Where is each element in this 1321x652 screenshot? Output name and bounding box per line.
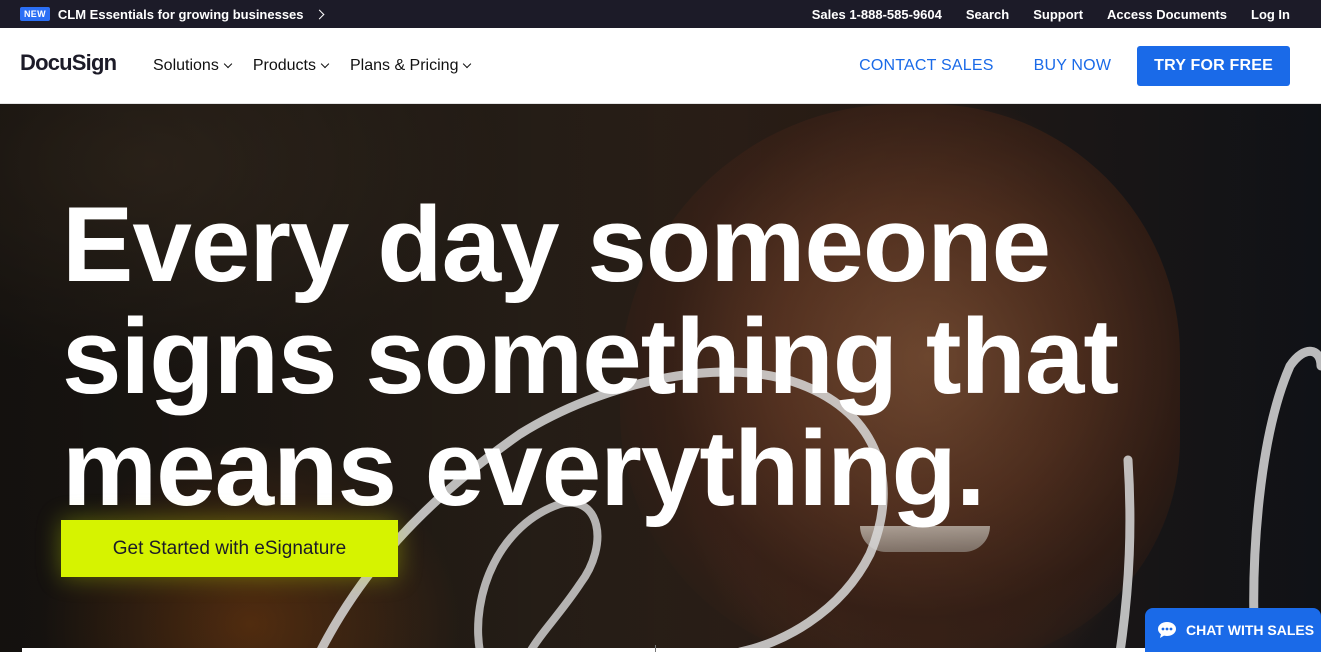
- search-link[interactable]: Search: [966, 7, 1009, 22]
- headline-line-2: signs something that: [62, 296, 1119, 416]
- nav-item-label: Products: [252, 56, 316, 74]
- new-badge: NEW: [20, 7, 50, 21]
- sales-phone-link[interactable]: Sales 1-888-585-9604: [812, 7, 942, 22]
- section-divider: [655, 645, 656, 652]
- buy-now-link[interactable]: BUY NOW: [1014, 57, 1132, 75]
- top-utility-bar: NEW CLM Essentials for growing businesse…: [0, 0, 1321, 28]
- nav-ctas: CONTACT SALES BUY NOW TRY FOR FREE: [839, 46, 1290, 86]
- nav-item-solutions[interactable]: Solutions: [153, 56, 233, 75]
- contact-sales-link[interactable]: CONTACT SALES: [839, 57, 1013, 75]
- nav-menu: Solutions Products Plans & Pricing: [153, 28, 472, 103]
- chat-with-sales-button[interactable]: CHAT WITH SALES: [1145, 608, 1321, 652]
- access-documents-link[interactable]: Access Documents: [1107, 7, 1227, 22]
- chat-bubble-icon: [1158, 622, 1176, 638]
- hero-section: Every day someone signs something that m…: [0, 104, 1321, 652]
- nav-item-label: Solutions: [153, 56, 219, 74]
- hero-headline: Every day someone signs something that m…: [62, 188, 1212, 524]
- main-nav: DocuSign Solutions Products Plans & Pric…: [0, 28, 1321, 104]
- headline-line-1: Every day someone: [62, 184, 1051, 304]
- nav-item-label: Plans & Pricing: [349, 56, 459, 74]
- chevron-down-icon: [320, 59, 330, 68]
- promo-text[interactable]: CLM Essentials for growing businesses: [58, 7, 304, 22]
- headline-line-3: means everything.: [62, 408, 986, 528]
- chevron-down-icon: [463, 59, 472, 68]
- log-in-link[interactable]: Log In: [1251, 7, 1290, 22]
- chevron-right-icon: [314, 9, 324, 19]
- try-for-free-button[interactable]: TRY FOR FREE: [1137, 46, 1290, 86]
- chat-label: CHAT WITH SALES: [1186, 622, 1315, 638]
- nav-item-products[interactable]: Products: [252, 56, 330, 75]
- get-started-esignature-button[interactable]: Get Started with eSignature: [61, 520, 398, 577]
- support-link[interactable]: Support: [1033, 7, 1083, 22]
- next-section-edge: [22, 648, 1162, 652]
- nav-item-plans-pricing[interactable]: Plans & Pricing: [349, 56, 472, 75]
- utility-links: Sales 1-888-585-9604 Search Support Acce…: [812, 0, 1290, 28]
- promo-banner[interactable]: NEW CLM Essentials for growing businesse…: [20, 0, 324, 28]
- chevron-down-icon: [223, 59, 233, 68]
- docusign-logo[interactable]: DocuSign: [20, 50, 117, 76]
